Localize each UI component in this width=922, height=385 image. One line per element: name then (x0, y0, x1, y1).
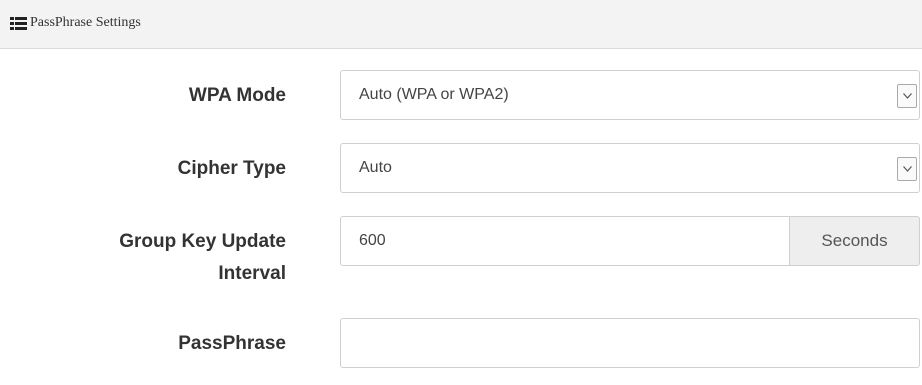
group-key-interval-value: 600 (359, 232, 386, 249)
panel-header: PassPhrase Settings (0, 0, 922, 49)
group-key-interval-label: Group Key Update Interval (36, 226, 286, 290)
list-icon (10, 16, 27, 30)
cipher-type-select[interactable]: Auto (340, 143, 920, 193)
wpa-mode-selected-value: Auto (WPA or WPA2) (359, 86, 509, 103)
group-key-interval-label-line2: Interval (218, 263, 286, 284)
group-key-interval-label-line1: Group Key Update (119, 231, 286, 252)
wpa-mode-select[interactable]: Auto (WPA or WPA2) (340, 70, 920, 120)
group-key-interval-input[interactable]: 600 (340, 216, 790, 266)
wpa-mode-dropdown-button[interactable] (897, 84, 917, 108)
chevron-down-icon (903, 166, 912, 172)
passphrase-label: PassPhrase (178, 333, 286, 354)
passphrase-input[interactable] (340, 318, 920, 368)
panel-title: PassPhrase Settings (30, 15, 141, 30)
chevron-down-icon (903, 93, 912, 99)
cipher-type-label: Cipher Type (177, 158, 286, 179)
wpa-mode-label: WPA Mode (188, 85, 286, 106)
cipher-type-selected-value: Auto (359, 159, 392, 176)
seconds-unit-addon: Seconds (789, 216, 920, 266)
cipher-type-dropdown-button[interactable] (897, 157, 917, 181)
